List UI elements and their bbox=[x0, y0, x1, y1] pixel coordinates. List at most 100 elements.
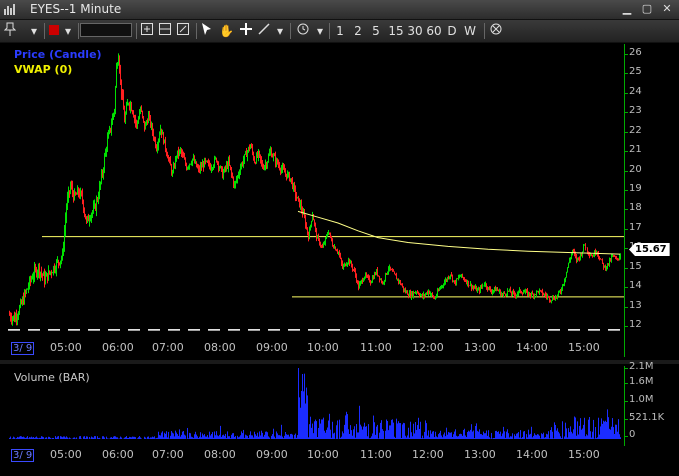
dropdown-arrow-icon[interactable]: ▾ bbox=[62, 22, 74, 40]
volume-bar bbox=[317, 437, 318, 439]
timeframe-2[interactable]: 2 bbox=[352, 22, 364, 40]
volume-bar bbox=[391, 419, 392, 439]
volume-bar bbox=[466, 437, 467, 439]
volume-bar bbox=[387, 420, 388, 439]
volume-bar bbox=[215, 435, 216, 439]
volume-bar bbox=[226, 438, 227, 439]
volume-bar bbox=[534, 433, 535, 439]
vwap-legend[interactable]: VWAP (0) bbox=[14, 63, 72, 76]
volume-bar bbox=[254, 431, 255, 439]
pane-divider[interactable] bbox=[0, 360, 679, 364]
volume-bar bbox=[343, 433, 344, 439]
volume-bar bbox=[265, 431, 266, 439]
volume-bar bbox=[9, 437, 10, 439]
price-legend[interactable]: Price (Candle) bbox=[14, 48, 102, 61]
pointer-tool-icon[interactable] bbox=[200, 22, 214, 40]
dropdown-arrow-icon[interactable]: ▾ bbox=[28, 22, 40, 40]
volume-bar bbox=[581, 429, 582, 439]
volume-bar bbox=[23, 436, 24, 439]
volume-bar bbox=[200, 432, 201, 439]
volume-bar bbox=[574, 416, 575, 439]
volume-bar bbox=[114, 436, 115, 439]
volume-bar bbox=[484, 433, 485, 439]
volume-bar bbox=[532, 437, 533, 439]
volume-bar bbox=[617, 431, 618, 439]
volume-bar bbox=[156, 438, 157, 439]
volume-tick-label: 0 bbox=[629, 429, 636, 440]
volume-bar bbox=[360, 424, 361, 439]
volume-bar bbox=[184, 434, 185, 439]
symbol-input[interactable] bbox=[80, 22, 132, 40]
volume-bar bbox=[189, 432, 190, 439]
timeframe-15[interactable]: 15 bbox=[388, 22, 404, 40]
volume-bar bbox=[501, 436, 502, 439]
volume-bar bbox=[190, 433, 191, 439]
layout-icon[interactable] bbox=[158, 22, 172, 40]
volume-bar bbox=[390, 425, 391, 439]
volume-bar bbox=[356, 424, 357, 439]
dropdown-arrow-icon[interactable]: ▾ bbox=[274, 22, 286, 40]
volume-bar bbox=[414, 433, 415, 439]
volume-bar bbox=[280, 435, 281, 439]
volume-bar bbox=[378, 438, 379, 439]
volume-bar bbox=[208, 437, 209, 439]
pin-icon[interactable] bbox=[3, 22, 17, 40]
volume-bar bbox=[408, 427, 409, 439]
clock-icon[interactable] bbox=[296, 22, 310, 40]
volume-bar bbox=[543, 432, 544, 439]
timeframe-weekly[interactable]: W bbox=[463, 22, 477, 40]
volume-bar bbox=[541, 433, 542, 439]
volume-bar bbox=[518, 431, 519, 439]
volume-bar bbox=[292, 434, 293, 439]
volume-bar bbox=[583, 424, 584, 439]
volume-y-axis[interactable]: 2.1M 1.6M 1.0M 521.1K 0 bbox=[624, 361, 679, 446]
volume-bar bbox=[505, 437, 506, 439]
volume-bar bbox=[578, 434, 579, 439]
draw-line-icon[interactable] bbox=[257, 22, 271, 40]
price-y-axis[interactable]: 262524232221201918171615141312 bbox=[624, 44, 679, 357]
volume-bar bbox=[464, 428, 465, 439]
volume-bar bbox=[110, 437, 111, 439]
volume-legend[interactable]: Volume (BAR) bbox=[14, 371, 90, 384]
link-color-icon[interactable] bbox=[48, 22, 60, 40]
volume-bar bbox=[618, 419, 619, 439]
volume-bar bbox=[113, 436, 114, 439]
crosshair-icon[interactable] bbox=[239, 22, 253, 40]
dropdown-arrow-icon[interactable]: ▾ bbox=[314, 22, 326, 40]
volume-bar bbox=[318, 427, 319, 439]
timeframe-30[interactable]: 30 bbox=[407, 22, 423, 40]
minimize-button[interactable]: ▁ bbox=[619, 2, 635, 16]
price-chart-pane[interactable] bbox=[8, 44, 624, 357]
close-button[interactable]: ✕ bbox=[659, 2, 675, 16]
volume-bar bbox=[65, 437, 66, 439]
volume-bar bbox=[550, 430, 551, 439]
volume-bar bbox=[347, 414, 348, 439]
volume-bar bbox=[255, 434, 256, 439]
volume-bar bbox=[497, 431, 498, 439]
timeframe-daily[interactable]: D bbox=[446, 22, 458, 40]
volume-bar bbox=[79, 436, 80, 439]
candlestick-chart[interactable] bbox=[8, 44, 624, 357]
timeframe-5[interactable]: 5 bbox=[370, 22, 382, 40]
volume-bar bbox=[329, 413, 330, 439]
add-study-icon[interactable] bbox=[140, 22, 154, 40]
pan-hand-icon[interactable]: ✋ bbox=[219, 22, 234, 40]
price-tick-label: 23 bbox=[629, 105, 642, 117]
volume-bar bbox=[112, 437, 113, 439]
volume-bar bbox=[19, 436, 20, 439]
volume-bar bbox=[451, 432, 452, 439]
settings-icon[interactable] bbox=[176, 22, 190, 40]
volume-bar bbox=[442, 437, 443, 439]
volume-bar bbox=[556, 430, 557, 439]
maximize-button[interactable]: ▢ bbox=[639, 2, 655, 16]
volume-bar bbox=[524, 431, 525, 439]
volume-bar bbox=[348, 429, 349, 439]
volume-bar bbox=[263, 436, 264, 439]
timeframe-60[interactable]: 60 bbox=[426, 22, 442, 40]
volume-bar bbox=[572, 433, 573, 439]
volume-bar bbox=[148, 436, 149, 439]
cancel-icon[interactable] bbox=[489, 22, 503, 40]
volume-bar bbox=[212, 432, 213, 439]
timeframe-1[interactable]: 1 bbox=[334, 22, 346, 40]
volume-bar bbox=[149, 438, 150, 439]
